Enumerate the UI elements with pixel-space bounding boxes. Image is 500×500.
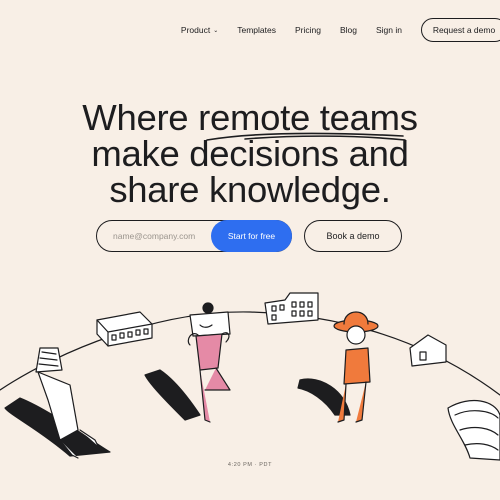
book-demo-button[interactable]: Book a demo: [304, 220, 402, 252]
local-time-text: 4:20 PM · PDT: [227, 462, 273, 468]
handdrawn-underline: [206, 132, 406, 141]
house: [409, 334, 447, 367]
building-center: [264, 292, 319, 325]
nav-product-label: Product: [180, 25, 211, 35]
chevron-down-icon: ⌄: [213, 27, 219, 34]
hero-headline: Where remote teams make decisions and sh…: [0, 99, 500, 210]
nav-product[interactable]: Product ⌄: [181, 25, 218, 35]
nav-templates[interactable]: Templates: [237, 25, 276, 35]
building-left: [96, 311, 153, 347]
nav-sign-in[interactable]: Sign in: [376, 25, 402, 35]
person-right: [447, 400, 500, 461]
email-input[interactable]: [97, 230, 215, 242]
top-nav: Product ⌄ Templates Pricing Blog Sign in…: [181, 17, 500, 43]
person-laptop: [187, 302, 231, 423]
signup-form: Start for free: [96, 220, 292, 252]
start-for-free-button[interactable]: Start for free: [211, 220, 292, 252]
headline-line-3: share knowledge.: [109, 169, 391, 210]
request-demo-button[interactable]: Request a demo: [421, 18, 500, 42]
nav-blog[interactable]: Blog: [340, 25, 357, 35]
nav-pricing[interactable]: Pricing: [295, 25, 321, 35]
remote-teams-illustration: [0, 292, 500, 461]
